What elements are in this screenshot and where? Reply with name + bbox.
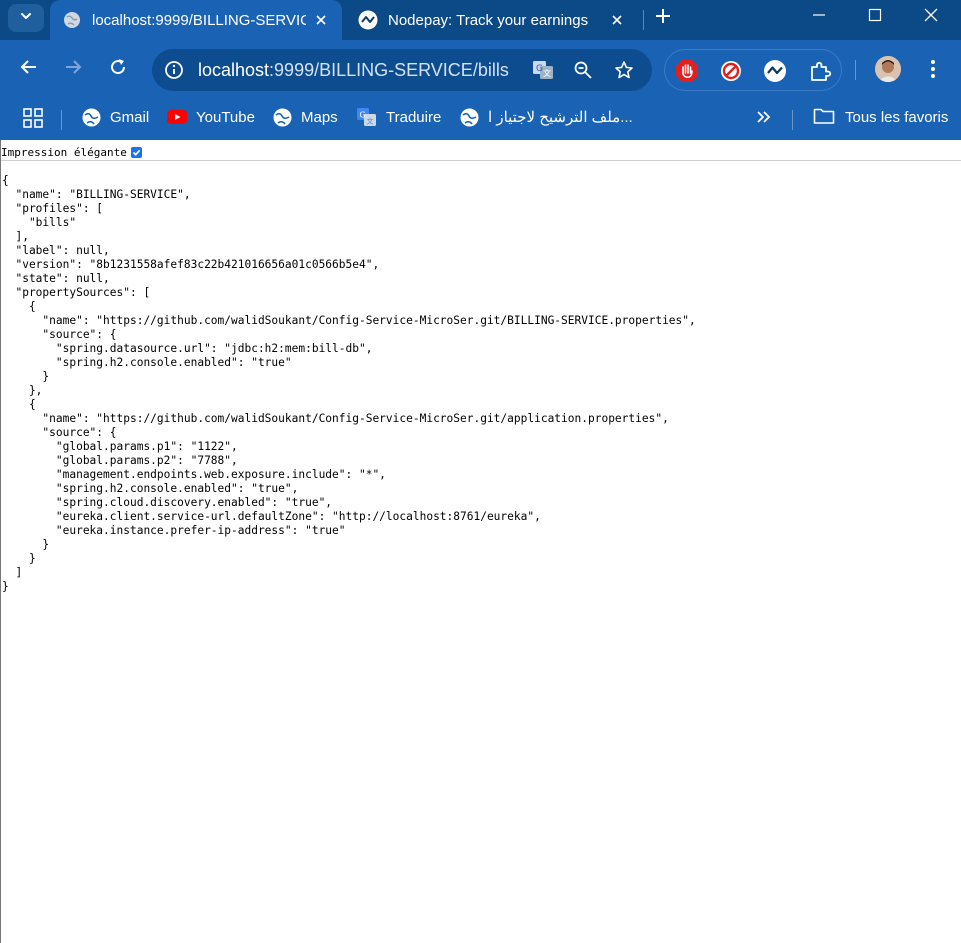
star-icon[interactable] (612, 58, 636, 82)
address-bar[interactable]: localhost:9999/BILLING-SERVICE/bills G文 (152, 49, 652, 91)
bookmark-maps[interactable]: Maps (272, 100, 338, 134)
folder-icon (813, 107, 835, 127)
close-window-button[interactable] (903, 0, 959, 34)
arrow-left-icon (20, 58, 38, 81)
new-tab-button[interactable] (650, 4, 676, 30)
adblock-icon[interactable] (674, 58, 700, 84)
close-tab-icon[interactable] (606, 9, 628, 31)
tab-nodepay[interactable]: Nodepay: Track your earnings (346, 0, 640, 40)
svg-text:文: 文 (367, 117, 374, 126)
globe-icon (81, 107, 101, 127)
close-tab-icon[interactable] (312, 9, 330, 31)
translate-icon: G文 (357, 107, 377, 127)
info-icon[interactable] (162, 58, 186, 82)
bookmarks-bar: Gmail YouTube Maps G文 Traduire ملف الترش… (0, 100, 961, 140)
bookmarks-separator (61, 110, 62, 130)
toolbar-separator (855, 60, 856, 80)
tab-separator (643, 10, 644, 30)
minimize-button[interactable] (791, 0, 847, 34)
bookmark-label: YouTube (196, 108, 255, 126)
tab-title: Nodepay: Track your earnings (388, 11, 589, 29)
bookmarks-separator (792, 110, 793, 130)
browser-toolbar: localhost:9999/BILLING-SERVICE/bills G文 (0, 40, 961, 100)
zoom-icon[interactable] (571, 58, 595, 82)
maximize-button[interactable] (847, 0, 903, 34)
tab-billing-service[interactable]: localhost:9999/BILLING-SERVICE/bills (50, 0, 342, 40)
apps-grid-icon[interactable] (22, 107, 46, 131)
globe-icon (459, 107, 479, 127)
puzzle-icon[interactable] (807, 58, 833, 84)
bookmark-label: Gmail (110, 108, 150, 126)
tab-strip: localhost:9999/BILLING-SERVICE/bills Nod… (0, 0, 961, 40)
arrow-right-icon (64, 58, 82, 81)
youtube-icon (167, 107, 187, 127)
extensions-group (664, 49, 842, 91)
url-text[interactable]: localhost:9999/BILLING-SERVICE/bills (198, 60, 509, 81)
pretty-print-checkbox[interactable] (130, 146, 142, 158)
pretty-print-toggle[interactable]: Impression élégante (1, 144, 142, 160)
tab-search-button[interactable] (8, 4, 44, 32)
reload-button[interactable] (103, 54, 133, 84)
json-response: { "name": "BILLING-SERVICE", "profiles":… (2, 174, 696, 593)
svg-text:G: G (360, 111, 366, 120)
reload-icon (109, 58, 127, 81)
close-icon (923, 7, 939, 28)
pretty-print-divider (1, 160, 961, 161)
chevron-down-icon (19, 9, 33, 28)
bookmark-label: ملف الترشيح لاجتياز ا... (488, 109, 633, 126)
maximize-icon (868, 8, 882, 27)
bookmark-label: Traduire (386, 108, 442, 126)
bookmark-youtube[interactable]: YouTube (167, 100, 255, 134)
nodepay-icon (358, 10, 378, 30)
bookmark-gmail[interactable]: Gmail (81, 100, 149, 134)
translate-icon[interactable]: G文 (531, 58, 555, 82)
more-menu-icon[interactable] (920, 56, 946, 82)
bookmark-traduire[interactable]: G文 Traduire (357, 100, 441, 134)
globe-icon (272, 107, 292, 127)
more-bookmarks-icon[interactable] (753, 106, 775, 128)
tab-title: localhost:9999/BILLING-SERVICE/bills (92, 11, 306, 29)
bookmark-folder-label: Tous les favoris (845, 108, 949, 126)
url-path: :9999/BILLING-SERVICE/bills (269, 60, 509, 80)
url-host: localhost (198, 60, 270, 80)
bookmark-label: Maps (301, 108, 338, 126)
nodepay-ext-icon[interactable] (762, 58, 788, 84)
block-icon[interactable] (718, 58, 744, 84)
bookmark-arabic[interactable]: ملف الترشيح لاجتياز ا... (459, 100, 633, 134)
back-button[interactable] (14, 54, 44, 84)
bookmark-folder-all[interactable]: Tous les favoris (813, 100, 948, 134)
svg-text:G: G (536, 64, 543, 74)
profile-avatar[interactable] (875, 56, 901, 82)
minimize-icon (812, 8, 826, 27)
page-content: Impression élégante { "name": "BILLING-S… (0, 140, 961, 943)
svg-text:文: 文 (543, 68, 551, 78)
forward-button[interactable] (58, 54, 88, 84)
globe-icon (62, 10, 82, 30)
plus-icon (655, 5, 671, 29)
pretty-print-label: Impression élégante (1, 145, 127, 159)
